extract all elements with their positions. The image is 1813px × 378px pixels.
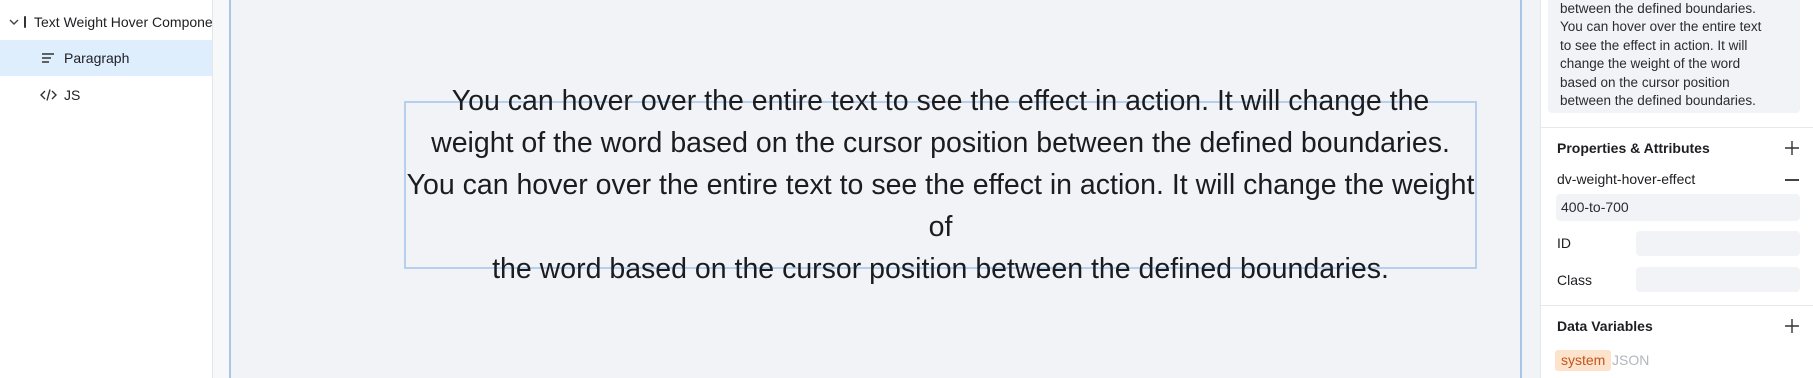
layer-item-component[interactable]: Text Weight Hover Component (0, 4, 212, 40)
text-preview-line: between the defined boundaries. (1560, 1, 1756, 16)
text-preview-line: between the defined boundaries. (1560, 93, 1756, 109)
remove-attribute-button[interactable] (1785, 179, 1799, 181)
attribute-name: dv-weight-hover-effect (1557, 171, 1696, 187)
attribute-value-field[interactable]: 400-to-700 (1556, 194, 1800, 221)
paragraph-line: You can hover over the entire text to se… (406, 169, 1475, 243)
paragraph-element[interactable]: You can hover over the entire text to se… (404, 85, 1477, 285)
layer-label: Paragraph (64, 50, 130, 66)
paragraph-line: weight of the word based on the cursor p… (431, 127, 1450, 159)
layer-item-paragraph[interactable]: Paragraph (0, 40, 212, 76)
json-type-label[interactable]: JSON (1612, 350, 1649, 371)
plus-icon (1785, 141, 1799, 155)
id-input[interactable] (1636, 231, 1800, 256)
system-badge[interactable]: system (1555, 350, 1612, 371)
plus-icon (1785, 319, 1799, 333)
divider (1541, 305, 1813, 306)
layer-label: Text Weight Hover Component (34, 14, 212, 30)
chevron-down-icon[interactable] (7, 15, 21, 29)
layer-label: JS (64, 87, 81, 103)
class-input[interactable] (1636, 267, 1800, 292)
add-attribute-button[interactable] (1784, 140, 1800, 156)
id-label: ID (1557, 235, 1571, 251)
class-label: Class (1557, 272, 1593, 288)
paragraph-lines-icon (41, 52, 55, 64)
text-preview-line: based on the cursor position (1560, 74, 1730, 90)
layer-item-js[interactable]: JS (0, 77, 212, 113)
divider (1541, 127, 1813, 128)
code-icon (40, 88, 57, 102)
properties-section-title: Properties & Attributes (1557, 140, 1710, 156)
text-preview-line: You can hover over the entire text (1560, 19, 1762, 35)
paragraph-text: You can hover over the entire text to se… (406, 80, 1475, 290)
layers-panel: Text Weight Hover Component Paragraph JS (0, 0, 213, 378)
text-preview-line: to see the effect in action. It will (1560, 37, 1748, 53)
paragraph-line: You can hover over the entire text to se… (451, 85, 1430, 117)
paragraph-line: the word based on the cursor position be… (492, 253, 1389, 285)
text-preview-line: change the weight of the word (1560, 56, 1741, 72)
square-icon (24, 16, 26, 28)
add-data-variable-button[interactable] (1784, 318, 1800, 334)
data-variables-title: Data Variables (1557, 318, 1653, 334)
canvas-gutter (213, 0, 229, 378)
text-content-field[interactable]: between the defined boundaries. You can … (1548, 0, 1800, 113)
